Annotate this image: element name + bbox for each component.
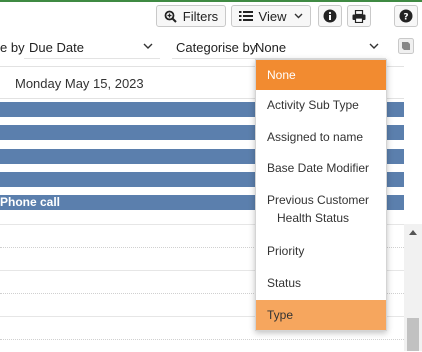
dropdown-item-label: Type — [267, 308, 294, 322]
info-button[interactable] — [318, 5, 342, 27]
view-label: View — [258, 8, 287, 24]
sort-chevron-down-icon[interactable] — [143, 41, 153, 51]
dropdown-item-label: Activity Sub Type — [267, 98, 359, 112]
dropdown-item-type[interactable]: Type — [256, 300, 386, 330]
dropdown-item-label: None — [267, 68, 296, 82]
help-icon: ? — [399, 9, 413, 23]
dropdown-item-none[interactable]: None — [256, 60, 386, 90]
dropdown-item-assigned-to-name[interactable]: Assigned to name — [256, 128, 386, 152]
categorise-chevron-down-icon[interactable] — [369, 41, 379, 51]
help-button[interactable]: ? — [394, 5, 418, 27]
top-accent-line — [0, 0, 422, 2]
view-button[interactable]: View — [231, 5, 311, 27]
chevron-down-icon — [294, 13, 303, 19]
categorise-by-select[interactable]: None — [255, 40, 286, 55]
dropdown-item-label: Base Date Modifier — [267, 161, 370, 175]
categorise-by-label: Categorise by — [176, 40, 257, 55]
search-plus-icon — [164, 10, 177, 23]
dropdown-item-previous-customer-health-status[interactable]: Previous Customer Health Status — [256, 191, 386, 231]
filters-label: Filters — [182, 8, 219, 24]
dropdown-item-label: Priority — [267, 244, 305, 258]
info-icon — [323, 9, 337, 23]
dropdown-item-label-line2: Health Status — [277, 211, 350, 225]
dropdown-item-label: Assigned to name — [267, 130, 364, 144]
book-icon[interactable] — [398, 38, 414, 57]
filters-button[interactable]: Filters — [156, 5, 226, 27]
print-icon — [352, 9, 366, 23]
event-label: Phone call — [0, 195, 61, 209]
scrollbar-thumb[interactable] — [407, 318, 419, 351]
dropdown-item-activity-sub-type[interactable]: Activity Sub Type — [256, 96, 386, 120]
dropdown-item-base-date-modifier[interactable]: Base Date Modifier — [256, 159, 386, 183]
dropdown-item-label: Previous Customer — [267, 193, 370, 207]
scroll-up-icon[interactable] — [409, 230, 417, 235]
dropdown-item-priority[interactable]: Priority — [256, 242, 386, 266]
time-slot-line — [0, 339, 404, 340]
svg-text:?: ? — [403, 13, 408, 23]
sort-by-select[interactable]: Due Date — [29, 40, 84, 55]
date-header: Monday May 15, 2023 — [15, 76, 144, 91]
sort-by-label: e by — [0, 40, 25, 55]
print-button[interactable] — [347, 5, 371, 27]
sort-categorise-row: e by Due Date Categorise by None — [0, 36, 422, 60]
dropdown-item-label: Status — [267, 276, 302, 290]
list-icon — [238, 10, 253, 22]
categorise-dropdown-menu: None Activity Sub Type Assigned to name … — [255, 59, 387, 331]
dropdown-item-status[interactable]: Status — [256, 274, 386, 298]
sort-select-underline — [24, 58, 160, 59]
